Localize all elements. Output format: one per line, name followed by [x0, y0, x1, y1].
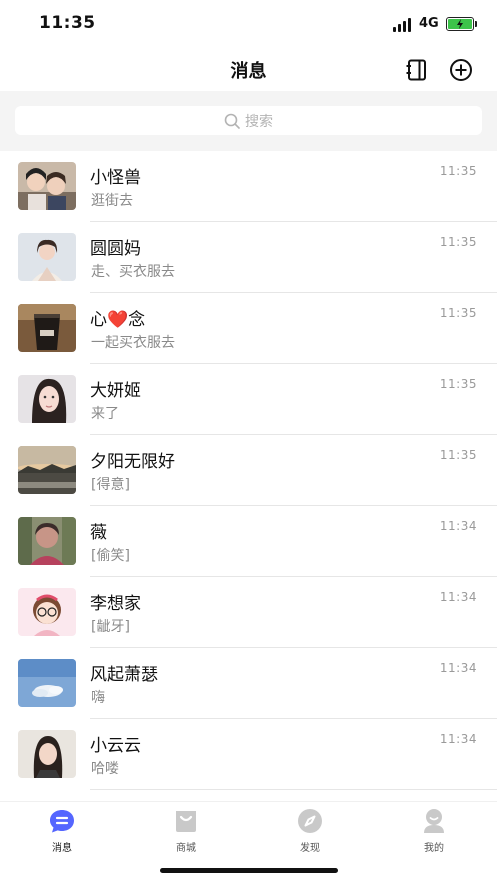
tab-messages[interactable]: 消息 — [22, 808, 102, 854]
signal-icon — [393, 18, 413, 32]
conversation-preview: 走、买衣服去 — [91, 264, 175, 280]
conversation-item[interactable]: 夕阳无限好 [得意] 11:35 — [0, 435, 497, 506]
profile-icon — [424, 809, 444, 833]
tab-label: 消息 — [52, 843, 72, 854]
conversation-preview: 逛街去 — [91, 193, 133, 209]
status-time: 11:35 — [39, 13, 96, 33]
conversation-time: 11:34 — [439, 519, 477, 533]
chat-bubble-icon — [50, 810, 74, 833]
avatar — [18, 588, 76, 636]
conversation-item[interactable]: 风起萧瑟 嗨 11:34 — [0, 648, 497, 719]
contacts-book-icon[interactable] — [405, 58, 429, 82]
conversation-item[interactable]: 圆圆妈 走、买衣服去 11:35 — [0, 222, 497, 293]
conversation-preview: 来了 — [91, 406, 119, 422]
search-placeholder: 搜索 — [245, 113, 273, 130]
conversation-time: 11:34 — [439, 661, 477, 675]
conversation-list[interactable]: 小怪兽 逛街去 11:35 圆圆妈 走、买衣服去 11:35 心❤️念 一起买衣… — [0, 151, 497, 801]
conversation-time: 11:35 — [439, 306, 477, 320]
conversation-name: 薇 — [90, 523, 107, 543]
conversation-name: 大妍姬 — [90, 381, 141, 401]
conversation-item[interactable]: 薇 [偷笑] 11:34 — [0, 506, 497, 577]
conversation-time: 11:35 — [439, 164, 477, 178]
avatar — [18, 304, 76, 352]
conversation-name: 李想家 — [90, 594, 141, 614]
tab-label: 发现 — [300, 843, 320, 854]
search-input[interactable]: 搜索 — [15, 106, 482, 135]
conversation-name: 风起萧瑟 — [90, 665, 158, 685]
network-type: 4G — [419, 16, 439, 31]
search-area: 搜索 — [0, 91, 497, 151]
conversation-item[interactable]: 小云云 哈喽 11:34 — [0, 719, 497, 790]
home-indicator — [160, 868, 338, 873]
conversation-preview: 嗨 — [91, 690, 105, 706]
conversation-name: 夕阳无限好 — [90, 452, 175, 472]
conversation-time: 11:34 — [439, 590, 477, 604]
compass-icon — [298, 809, 322, 833]
tab-profile[interactable]: 我的 — [394, 808, 474, 854]
shopping-bag-icon — [176, 811, 196, 832]
avatar — [18, 446, 76, 494]
conversation-time: 11:35 — [439, 235, 477, 249]
conversation-item[interactable]: 大妍姬 来了 11:35 — [0, 364, 497, 435]
avatar — [18, 233, 76, 281]
nav-bar: 消息 — [0, 48, 497, 91]
battery-icon — [446, 17, 474, 31]
conversation-time: 11:35 — [439, 448, 477, 462]
conversation-item[interactable]: 小怪兽 逛街去 11:35 — [0, 151, 497, 222]
add-circle-icon[interactable] — [449, 58, 473, 82]
battery-cap — [475, 21, 477, 27]
conversation-name: 心❤️念 — [90, 310, 146, 330]
conversation-item-partial[interactable] — [0, 790, 497, 801]
avatar — [18, 730, 76, 778]
conversation-name: 圆圆妈 — [90, 239, 141, 259]
tab-mall[interactable]: 商城 — [146, 808, 226, 854]
search-icon — [224, 113, 240, 129]
avatar — [18, 162, 76, 210]
status-bar: 11:35 4G — [0, 0, 497, 48]
conversation-preview: 一起买衣服去 — [91, 335, 175, 351]
avatar — [18, 659, 76, 707]
conversation-preview: [得意] — [91, 477, 130, 493]
conversation-preview: [龇牙] — [91, 619, 130, 635]
conversation-preview: 哈喽 — [91, 761, 119, 777]
conversation-item[interactable]: 李想家 [龇牙] 11:34 — [0, 577, 497, 648]
avatar — [18, 375, 76, 423]
tab-label: 商城 — [176, 843, 196, 854]
conversation-time: 11:35 — [439, 377, 477, 391]
conversation-time: 11:34 — [439, 732, 477, 746]
conversation-name: 小怪兽 — [90, 168, 141, 188]
avatar — [18, 517, 76, 565]
conversation-item[interactable]: 心❤️念 一起买衣服去 11:35 — [0, 293, 497, 364]
conversation-name: 小云云 — [90, 736, 141, 756]
tab-discover[interactable]: 发现 — [270, 808, 350, 854]
conversation-preview: [偷笑] — [91, 548, 130, 564]
tab-label: 我的 — [424, 843, 444, 854]
